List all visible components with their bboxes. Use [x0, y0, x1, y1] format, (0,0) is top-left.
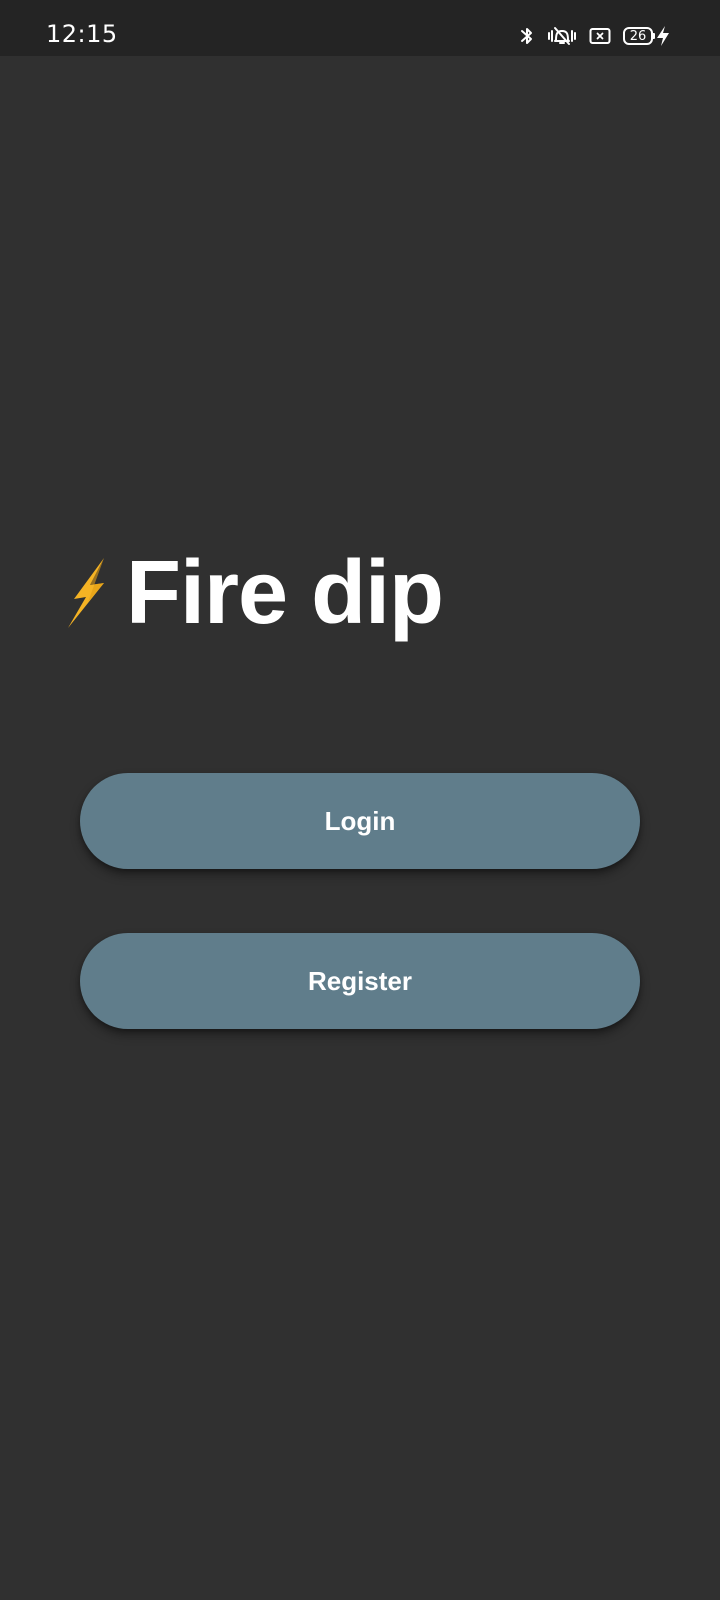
status-bar: 12:15 26 — [0, 0, 720, 56]
battery-level: 26 — [629, 28, 647, 44]
app-brand: Fire dip — [64, 543, 444, 643]
status-icons: 26 — [519, 22, 670, 50]
battery-icon: 26 — [623, 27, 655, 45]
bluetooth-icon — [519, 25, 535, 47]
no-sim-icon — [589, 26, 611, 46]
app-title: Fire dip — [126, 543, 444, 643]
charging-icon — [656, 25, 670, 47]
lightning-bolt-icon — [64, 557, 108, 629]
vibrate-mute-icon — [547, 25, 577, 47]
register-button[interactable]: Register — [80, 933, 640, 1029]
login-button[interactable]: Login — [80, 773, 640, 869]
status-time: 12:15 — [46, 20, 118, 48]
battery-indicator: 26 — [623, 25, 670, 47]
